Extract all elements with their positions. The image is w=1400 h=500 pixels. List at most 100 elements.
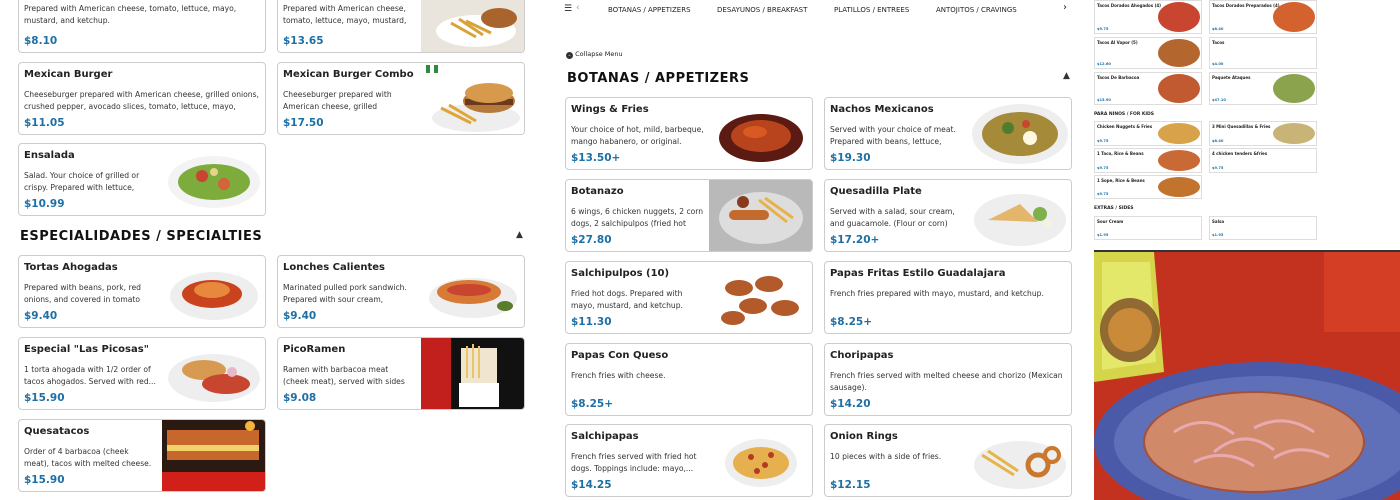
item-name: PicoRamen <box>283 344 346 355</box>
menu-item-card[interactable]: Especial "Las Picosas" 1 torta ahogada w… <box>18 337 266 410</box>
item-description: Marinated pulled pork sandwich. Prepared… <box>283 283 407 304</box>
chevron-left-icon[interactable]: ‹ <box>576 3 580 13</box>
menu-item-card[interactable]: Onion Rings 10 pieces with a side of fri… <box>824 424 1072 497</box>
menu-item-card[interactable]: Ensalada Salad. Your choice of grilled o… <box>18 143 266 216</box>
tab-platillos[interactable]: PLATILLOS / ENTREES <box>834 6 909 14</box>
mini-item-name: Tacos Dorados Ahogados (4) <box>1097 3 1162 8</box>
mini-item-photo <box>1157 39 1200 67</box>
item-photo <box>709 425 812 496</box>
mini-menu-card[interactable]: Salsa $1.95 <box>1209 216 1317 240</box>
item-price: $9.40 <box>283 310 317 322</box>
item-name: Wings & Fries <box>571 104 649 115</box>
menu-item-card[interactable]: Mexican Burger Combo Cheeseburger prepar… <box>277 62 525 135</box>
menu-item-card[interactable]: Quesatacos Order of 4 barbacoa (cheek me… <box>18 419 266 492</box>
mini-menu-card[interactable]: 1 Taco, Rice & Beans $9.75 <box>1094 148 1202 173</box>
item-name: Quesatacos <box>24 426 90 437</box>
item-name: Botanazo <box>571 186 624 197</box>
section-title: ESPECIALIDADES / SPECIALTIES <box>20 229 263 244</box>
item-photo <box>162 144 265 215</box>
mini-item-name: Tacos <box>1212 40 1225 45</box>
mini-menu-card[interactable]: Tacos Dorados Preparados (4) $8.40 <box>1209 0 1317 34</box>
item-description: Fried hot dogs. Prepared with mayo, must… <box>571 289 683 310</box>
tab-botanas[interactable]: BOTANAS / APPETIZERS <box>608 6 691 14</box>
item-price: $14.25 <box>571 479 612 491</box>
item-description: French fries prepared with mayo, mustard… <box>830 289 1044 298</box>
menu-item-card[interactable]: Botanazo 6 wings, 6 chicken nuggets, 2 c… <box>565 179 813 252</box>
mini-menu-card[interactable]: Chicken Nuggets & Fries $9.75 <box>1094 121 1202 146</box>
mini-menu-card[interactable]: 4 chicken tenders &fries $9.75 <box>1209 148 1317 173</box>
tab-antojitos[interactable]: ANTOJITOS / CRAVINGS <box>936 6 1017 14</box>
mini-item-photo <box>1157 74 1200 103</box>
menu-item-card[interactable]: Prepared with American cheese, tomato, l… <box>18 0 266 53</box>
tab-desayunos[interactable]: DESAYUNOS / BREAKFAST <box>717 6 807 14</box>
item-description: Prepared with beans, pork, red onions, a… <box>24 283 141 304</box>
item-description: 6 wings, 6 chicken nuggets, 2 corn dogs,… <box>571 207 704 228</box>
mini-menu-card[interactable]: Tacos Al Vapor (5) $12.60 <box>1094 37 1202 69</box>
chevron-right-icon[interactable]: › <box>1063 2 1067 13</box>
mini-menu-card[interactable]: Paquete Ataques $47.10 <box>1209 72 1317 105</box>
item-price: $17.20+ <box>830 234 880 246</box>
mini-item-name: Paquete Ataques <box>1212 75 1251 80</box>
menu-item-card[interactable]: Papas Con Queso French fries with cheese… <box>565 343 813 416</box>
item-description: Cheeseburger prepared with American chee… <box>283 90 392 111</box>
mini-menu-card[interactable]: Tacos $4.00 <box>1209 37 1317 69</box>
menu-item-card[interactable]: PicoRamen Ramen with barbacoa meat (chee… <box>277 337 525 410</box>
collapse-menu-button[interactable]: - Collapse Menu <box>566 50 623 59</box>
menu-item-card[interactable]: Nachos Mexicanos Served with your choice… <box>824 97 1072 170</box>
list-icon[interactable]: ☰ <box>564 4 572 14</box>
menu-item-card[interactable]: Tortas Ahogadas Prepared with beans, por… <box>18 255 266 328</box>
mini-item-price: $4.00 <box>1212 62 1224 66</box>
item-price: $9.40 <box>24 310 58 322</box>
item-photo <box>968 180 1071 251</box>
item-name: Lonches Calientes <box>283 262 385 273</box>
item-name: Papas Fritas Estilo Guadalajara <box>830 268 1006 279</box>
item-photo <box>421 0 524 52</box>
item-photo <box>709 180 812 251</box>
menu-item-card[interactable]: Salchipapas French fries served with fri… <box>565 424 813 497</box>
mini-item-name: Tacos Al Vapor (5) <box>1097 40 1138 45</box>
mini-menu-card[interactable]: 3 Mini Quesadillas & Fries $8.40 <box>1209 121 1317 146</box>
item-description: Prepared with American cheese, tomato, l… <box>283 4 407 25</box>
menu-item-card[interactable]: Mexican Burger Cheeseburger prepared wit… <box>18 62 266 135</box>
item-name: Choripapas <box>830 350 894 361</box>
item-price: $13.50+ <box>571 152 621 164</box>
collapse-chevron-icon[interactable]: ▲ <box>1063 71 1070 81</box>
mini-item-price: $9.75 <box>1097 27 1109 31</box>
item-photo <box>421 63 524 134</box>
left-menu-panel: Prepared with American cheese, tomato, l… <box>0 0 540 500</box>
menu-item-card[interactable]: Choripapas French fries served with melt… <box>824 343 1072 416</box>
item-price: $8.10 <box>24 35 58 47</box>
mini-menu-card[interactable]: 1 Sope, Rice & Beans $9.75 <box>1094 175 1202 199</box>
section-title: BOTANAS / APPETIZERS <box>567 71 750 86</box>
item-price: $15.90 <box>24 474 65 486</box>
mini-menu-card[interactable]: Tacos Dorados Ahogados (4) $9.75 <box>1094 0 1202 34</box>
item-description: 10 pieces with a side of fries. <box>830 452 942 461</box>
item-photo <box>162 338 265 409</box>
mini-item-price: $8.40 <box>1212 139 1224 143</box>
menu-item-card[interactable]: Lonches Calientes Marinated pulled pork … <box>277 255 525 328</box>
mini-item-photo <box>1272 74 1315 103</box>
menu-item-card[interactable]: Papas Fritas Estilo Guadalajara French f… <box>824 261 1072 334</box>
collapse-chevron-icon[interactable]: ▲ <box>516 230 523 240</box>
item-name: Mexican Burger Combo <box>283 69 414 80</box>
mini-item-name: Tacos De Barbacoa <box>1097 75 1140 80</box>
item-price: $8.25+ <box>571 398 614 410</box>
item-name: Quesadilla Plate <box>830 186 922 197</box>
item-description: French fries with cheese. <box>571 371 666 380</box>
mini-menu-card[interactable]: Sour Cream $1.95 <box>1094 216 1202 240</box>
menu-item-card[interactable]: Salchipulpos (10) Fried hot dogs. Prepar… <box>565 261 813 334</box>
item-price: $8.25+ <box>830 316 873 328</box>
mini-section-title: PARA NINOS / FOR KIDS <box>1094 112 1155 117</box>
item-name: Mexican Burger <box>24 69 113 80</box>
item-photo <box>421 338 524 409</box>
mini-item-name: Sour Cream <box>1097 219 1124 224</box>
mini-menu-card[interactable]: Tacos De Barbacoa $15.90 <box>1094 72 1202 105</box>
menu-item-card[interactable]: Prepared with American cheese, tomato, l… <box>277 0 525 53</box>
item-price: $12.15 <box>830 479 871 491</box>
item-price: $15.90 <box>24 392 65 404</box>
item-price: $13.65 <box>283 35 324 47</box>
item-description: Your choice of hot, mild, barbeque, mang… <box>571 125 704 146</box>
minus-circle-icon: - <box>566 52 573 59</box>
menu-item-card[interactable]: Quesadilla Plate Served with a salad, so… <box>824 179 1072 252</box>
menu-item-card[interactable]: Wings & Fries Your choice of hot, mild, … <box>565 97 813 170</box>
